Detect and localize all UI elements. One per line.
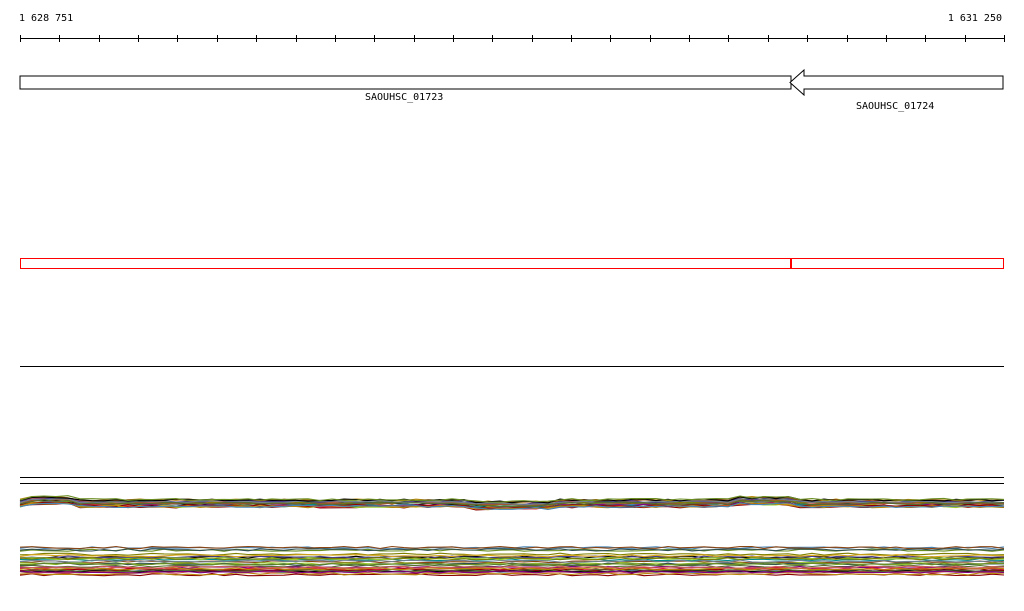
position-ruler [20, 35, 1005, 42]
coverage-profiles-upper [19, 495, 1005, 511]
coverage-line [19, 554, 1005, 558]
genome-viewer[interactable]: 1 628 751 1 631 250 SAOUHSC_01723 SAOUHS… [0, 0, 1024, 611]
coverage-profiles-lower [19, 545, 1005, 577]
genome-track-canvas [19, 35, 1005, 577]
selection-track-segment-2[interactable] [791, 258, 1004, 269]
selection-track-segment-1[interactable] [20, 258, 792, 269]
gene-label-saouhsc-01724: SAOUHSC_01724 [856, 101, 935, 112]
gene-label-saouhsc-01723: SAOUHSC_01723 [365, 92, 444, 103]
gene-arrow-saouhsc-01724[interactable] [789, 68, 1004, 97]
coverage-line [19, 572, 1005, 576]
gene-arrow-saouhsc-01723[interactable] [19, 75, 792, 90]
